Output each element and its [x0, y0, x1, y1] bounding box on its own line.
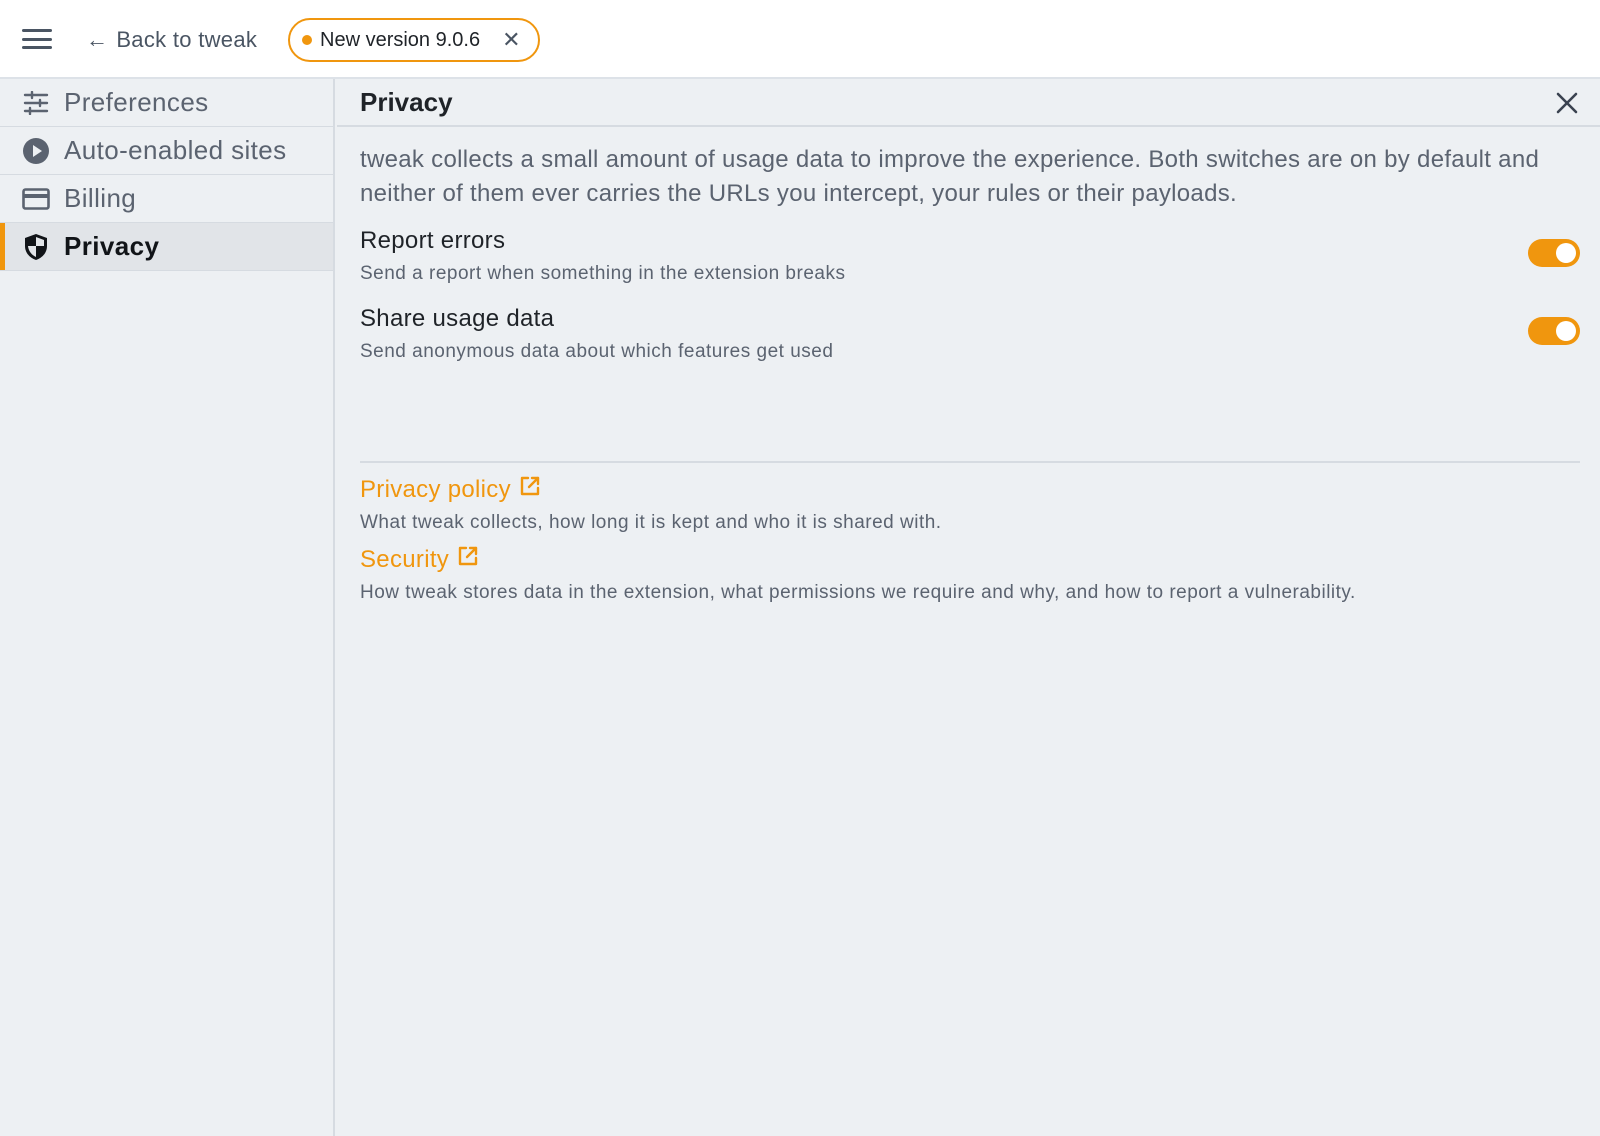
arrow-left-icon: ←	[86, 27, 109, 52]
external-link-icon	[519, 475, 541, 504]
privacy-panel: Privacy tweak collects a small amount of…	[337, 79, 1600, 1136]
credit-card-icon	[22, 185, 50, 213]
hamburger-menu-icon[interactable]	[22, 26, 52, 52]
back-link-label: Back to tweak	[116, 27, 258, 52]
page-title: Privacy	[360, 87, 453, 117]
privacy-policy-block: Privacy policy What tweak collects, how …	[360, 475, 1580, 534]
privacy-policy-link[interactable]: Privacy policy	[360, 475, 541, 504]
sliders-icon	[22, 89, 50, 117]
sidebar-item-label: Preferences	[64, 87, 209, 117]
setting-description: Send anonymous data about which features…	[360, 341, 834, 362]
toggle-knob	[1556, 321, 1576, 341]
sidebar-item-auto-enabled-sites[interactable]: Auto-enabled sites	[0, 127, 333, 175]
back-to-tweak-link[interactable]: ← Back to tweak	[86, 24, 257, 56]
external-link-icon	[457, 545, 479, 574]
sidebar-item-billing[interactable]: Billing	[0, 175, 333, 223]
sidebar-item-label: Billing	[64, 183, 137, 213]
dismiss-version-icon[interactable]: ✕	[502, 27, 520, 53]
panel-header: Privacy	[337, 79, 1600, 127]
section-divider	[360, 461, 1580, 463]
link-label: Security	[360, 545, 450, 573]
sidebar-item-label: Privacy	[64, 231, 160, 261]
sidebar-item-preferences[interactable]: Preferences	[0, 79, 333, 127]
share-usage-setting: Share usage data Send anonymous data abo…	[360, 305, 1580, 363]
play-circle-icon	[22, 137, 50, 165]
version-label: New version 9.0.6	[320, 28, 481, 51]
sidebar-item-privacy[interactable]: Privacy	[0, 223, 333, 271]
report-errors-setting: Report errors Send a report when somethi…	[360, 227, 1580, 285]
sidebar-item-label: Auto-enabled sites	[64, 135, 287, 165]
setting-description: Send a report when something in the exte…	[360, 263, 846, 284]
link-description: What tweak collects, how long it is kept…	[360, 512, 942, 533]
new-version-badge[interactable]: New version 9.0.6 ✕	[288, 18, 540, 62]
security-block: Security How tweak stores data in the ex…	[360, 545, 1580, 604]
setting-label: Share usage data	[360, 305, 555, 332]
privacy-intro-text: tweak collects a small amount of usage d…	[360, 146, 1540, 207]
version-dot-icon	[302, 35, 312, 45]
top-bar: ← Back to tweak New version 9.0.6 ✕	[0, 0, 1600, 79]
security-link[interactable]: Security	[360, 545, 479, 574]
close-icon[interactable]	[1554, 90, 1580, 116]
share-usage-toggle[interactable]	[1528, 317, 1580, 345]
link-label: Privacy policy	[360, 475, 511, 503]
shield-icon	[22, 233, 50, 261]
link-description: How tweak stores data in the extension, …	[360, 582, 1356, 603]
setting-label: Report errors	[360, 227, 506, 254]
toggle-knob	[1556, 243, 1576, 263]
settings-sidebar: Preferences Auto-enabled sites Billing P…	[0, 79, 335, 1136]
report-errors-toggle[interactable]	[1528, 239, 1580, 267]
